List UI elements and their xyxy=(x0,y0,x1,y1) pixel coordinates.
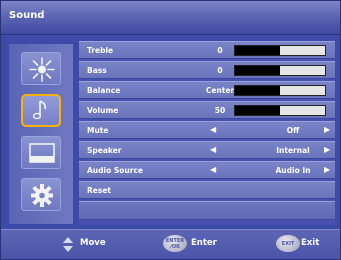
menu-row-speaker[interactable]: Speaker ◀ Internal ▶ xyxy=(79,141,335,159)
balance-slider[interactable] xyxy=(234,85,326,96)
bass-slider-fill xyxy=(235,66,280,75)
treble-slider[interactable] xyxy=(234,45,326,56)
page-title: Sound xyxy=(9,10,45,21)
category-screen[interactable] xyxy=(21,136,61,169)
menu-row-audio-source[interactable]: Audio Source ◀ Audio In ▶ xyxy=(79,161,335,179)
menu-row-empty xyxy=(79,201,335,220)
volume-slider[interactable] xyxy=(234,105,326,116)
balance-slider-fill xyxy=(235,86,280,95)
audio-source-value: Audio In xyxy=(275,166,311,175)
audio-source-label: Audio Source xyxy=(87,166,143,175)
category-picture[interactable] xyxy=(21,52,61,85)
enter-button-icon: ENTER /OK xyxy=(163,235,187,252)
move-label: Move xyxy=(80,238,106,248)
settings-menu: Treble 0 Bass 0 Balance Center Volume 50 xyxy=(79,41,335,225)
osd-window: Sound Treble 0 Bass 0 Balance Center Vol… xyxy=(0,0,341,260)
mute-label: Mute xyxy=(87,126,109,135)
mute-right-arrow-icon[interactable]: ▶ xyxy=(324,125,330,134)
exit-label: Exit xyxy=(301,238,320,248)
bass-label: Bass xyxy=(87,66,107,75)
music-note-icon xyxy=(32,100,47,120)
treble-label: Treble xyxy=(87,46,114,55)
audio-source-left-arrow-icon[interactable]: ◀ xyxy=(210,165,216,174)
menu-row-volume[interactable]: Volume 50 xyxy=(79,101,335,119)
brightness-icon xyxy=(29,57,55,82)
treble-slider-fill xyxy=(235,46,280,55)
mute-value: Off xyxy=(286,126,300,135)
mute-left-arrow-icon[interactable]: ◀ xyxy=(210,125,216,134)
speaker-value: Internal xyxy=(276,146,310,155)
title-bar: Sound xyxy=(1,1,340,35)
speaker-right-arrow-icon[interactable]: ▶ xyxy=(324,145,330,154)
category-sound[interactable] xyxy=(21,94,61,127)
exit-button-icon: EXIT xyxy=(276,235,300,252)
speaker-label: Speaker xyxy=(87,146,122,155)
gear-icon xyxy=(31,184,53,207)
footer-bar: Move ENTER /OK Enter EXIT Exit xyxy=(1,229,340,259)
category-panel xyxy=(9,44,73,224)
menu-row-balance[interactable]: Balance Center xyxy=(79,81,335,99)
bass-slider[interactable] xyxy=(234,65,326,76)
balance-label: Balance xyxy=(87,86,121,95)
audio-source-right-arrow-icon[interactable]: ▶ xyxy=(324,165,330,174)
up-down-arrow-icon xyxy=(63,237,73,252)
volume-label: Volume xyxy=(87,106,119,115)
volume-slider-fill xyxy=(235,106,280,115)
menu-row-mute[interactable]: Mute ◀ Off ▶ xyxy=(79,121,335,139)
speaker-left-arrow-icon[interactable]: ◀ xyxy=(210,145,216,154)
category-settings[interactable] xyxy=(21,178,61,211)
enter-label: Enter xyxy=(191,238,217,248)
reset-label: Reset xyxy=(87,186,111,195)
menu-row-treble[interactable]: Treble 0 xyxy=(79,41,335,59)
screen-icon xyxy=(29,143,55,163)
menu-row-reset[interactable]: Reset xyxy=(79,181,335,199)
menu-row-bass[interactable]: Bass 0 xyxy=(79,61,335,79)
